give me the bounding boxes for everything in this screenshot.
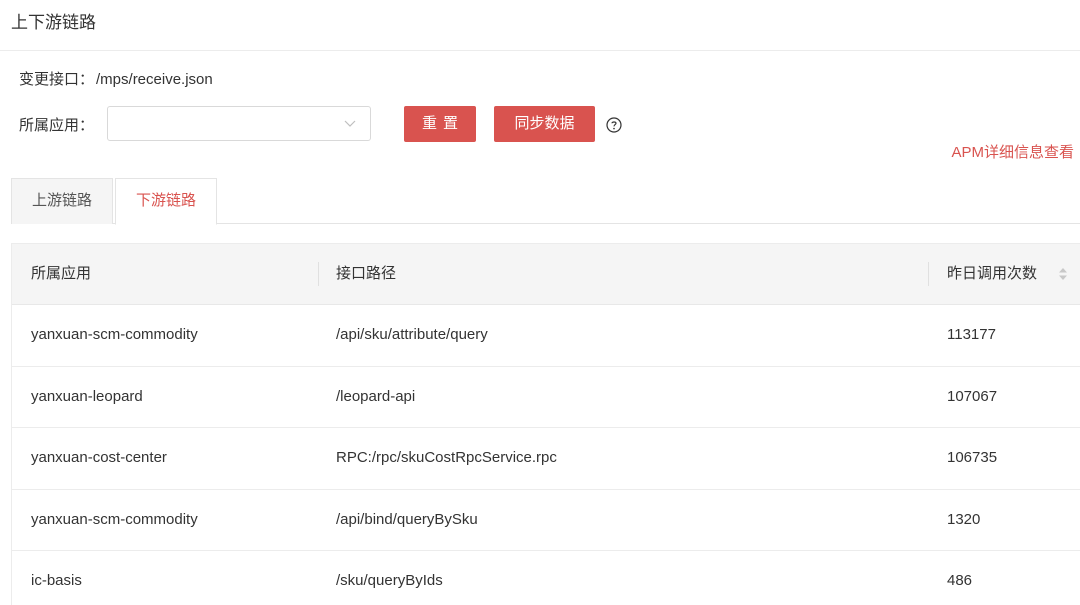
cell-calls: 1320 bbox=[947, 510, 981, 528]
table-row: ic-basis /sku/queryByIds 486 bbox=[12, 551, 1080, 605]
cell-calls: 486 bbox=[947, 572, 973, 589]
cell-app: yanxuan-leopard bbox=[31, 387, 143, 405]
changed-interface-label: 变更接口： bbox=[19, 71, 95, 88]
cell-path: /api/bind/queryBySku bbox=[336, 510, 478, 528]
app-filter-label: 所属应用： bbox=[19, 117, 95, 134]
table-row: yanxuan-leopard /leopard-api 107067 bbox=[12, 367, 1080, 428]
cell-app: yanxuan-cost-center bbox=[31, 449, 167, 466]
changed-interface-info: 变更接口：/mps/receive.json bbox=[19, 68, 213, 89]
cell-calls: 106735 bbox=[947, 449, 998, 466]
cell-app: yanxuan-scm-commodity bbox=[31, 326, 198, 343]
table-row: yanxuan-scm-commodity /api/bind/queryByS… bbox=[12, 490, 1080, 551]
cell-calls: 107067 bbox=[947, 387, 998, 405]
apm-details-link[interactable]: APM详细信息查看 bbox=[951, 141, 1074, 162]
changed-interface-value: /mps/receive.json bbox=[96, 71, 213, 88]
page: 上下游链路 变更接口：/mps/receive.json 所属应用： 重置 同步… bbox=[0, 0, 1080, 605]
question-circle-icon[interactable] bbox=[606, 117, 622, 133]
tab-upstream[interactable]: 上游链路 bbox=[11, 178, 113, 224]
cell-calls: 113177 bbox=[947, 326, 996, 343]
chevron-down-icon bbox=[344, 120, 356, 127]
downstream-table: 所属应用 接口路径 昨日调用次数 yanxuan-scm-commodity /… bbox=[11, 243, 1080, 605]
page-header: 上下游链路 bbox=[0, 0, 1080, 51]
cell-path: /leopard-api bbox=[336, 387, 416, 405]
table-row: yanxuan-cost-center RPC:/rpc/skuCostRpcS… bbox=[12, 428, 1080, 490]
cell-path: RPC:/rpc/skuCostRpcService.rpc bbox=[336, 449, 557, 466]
column-header-calls[interactable]: 昨日调用次数 bbox=[947, 244, 1037, 304]
column-divider bbox=[318, 262, 319, 286]
chain-tabs: 上游链路 下游链路 bbox=[11, 178, 1080, 225]
column-header-path: 接口路径 bbox=[336, 265, 397, 282]
page-title: 上下游链路 bbox=[11, 13, 96, 32]
app-select[interactable] bbox=[107, 106, 371, 141]
table-row: yanxuan-scm-commodity /api/sku/attribute… bbox=[12, 305, 1080, 367]
reset-button[interactable]: 重置 bbox=[404, 106, 476, 142]
column-header-app: 所属应用 bbox=[31, 265, 92, 282]
tab-downstream[interactable]: 下游链路 bbox=[115, 178, 217, 225]
cell-path: /api/sku/attribute/query bbox=[336, 326, 488, 343]
sort-icon[interactable] bbox=[1058, 265, 1068, 283]
cell-app: yanxuan-scm-commodity bbox=[31, 510, 198, 528]
table-header: 所属应用 接口路径 昨日调用次数 bbox=[12, 244, 1080, 305]
sync-data-button[interactable]: 同步数据 bbox=[494, 106, 595, 142]
cell-app: ic-basis bbox=[31, 572, 82, 589]
column-divider bbox=[928, 262, 929, 286]
cell-path: /sku/queryByIds bbox=[336, 572, 443, 589]
